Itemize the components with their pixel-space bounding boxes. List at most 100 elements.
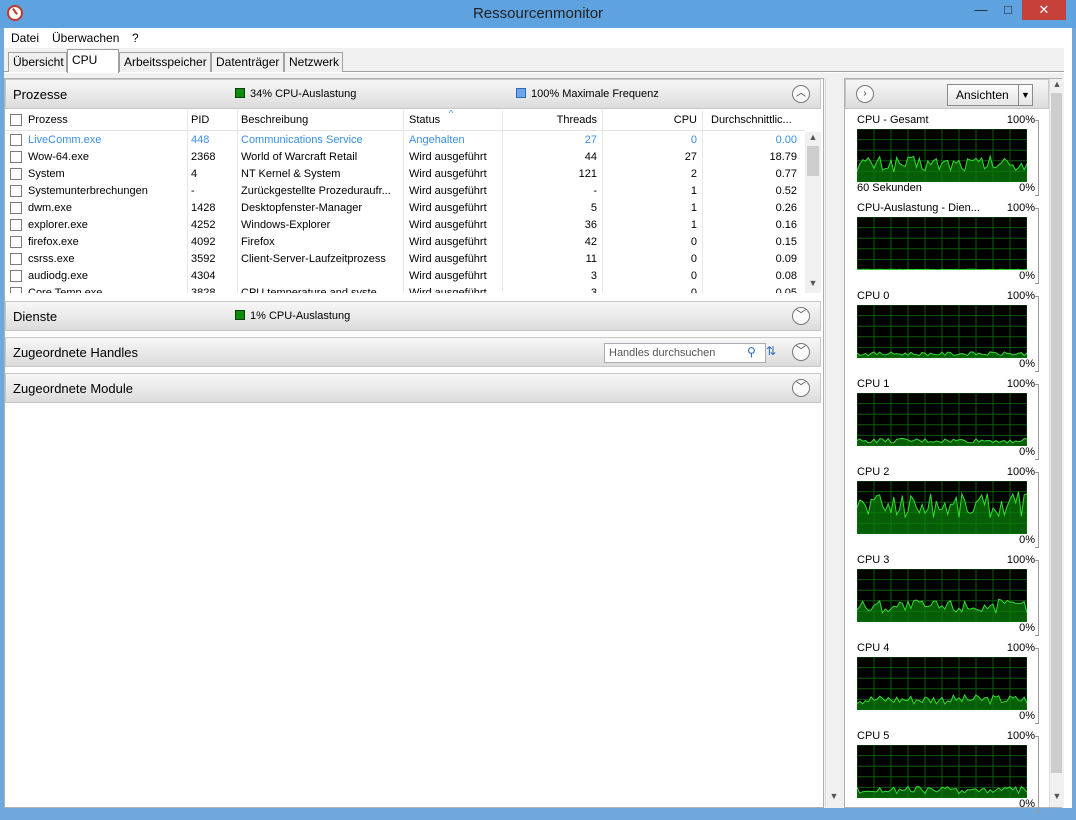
process-description: Communications Service xyxy=(241,134,363,146)
graph-canvas xyxy=(857,481,1027,534)
row-checkbox[interactable] xyxy=(10,253,22,265)
process-threads: 36 xyxy=(584,219,597,231)
process-status: Wird ausgeführt xyxy=(409,270,487,282)
process-threads: 27 xyxy=(584,134,597,146)
views-dropdown[interactable]: Ansichten ▼ xyxy=(947,84,1033,106)
process-name: dwm.exe xyxy=(28,202,73,214)
row-checkbox[interactable] xyxy=(10,185,22,197)
table-row[interactable]: csrss.exe 3592 Client-Server-Laufzeitproze… xyxy=(5,251,805,268)
modules-header[interactable]: Zugeordnete Module ﹀ xyxy=(5,373,821,403)
row-checkbox[interactable] xyxy=(10,287,22,293)
tab-datentraeger[interactable]: Datenträger xyxy=(211,52,284,72)
col-status[interactable]: Status xyxy=(409,114,440,126)
process-avg-cpu: 0.77 xyxy=(775,168,797,180)
cpu-graph: CPU 3 100% 0% xyxy=(855,554,1039,642)
row-checkbox[interactable] xyxy=(10,236,22,248)
graphs-scrollbar[interactable]: ▲ ▼ xyxy=(1049,79,1063,807)
process-threads: 3 xyxy=(590,270,597,282)
process-status: Wird ausgeführt xyxy=(409,185,487,197)
row-checkbox[interactable] xyxy=(10,168,22,180)
col-beschreibung[interactable]: Beschreibung xyxy=(241,114,308,126)
maximize-button[interactable]: □ xyxy=(995,0,1021,20)
services-header[interactable]: Dienste 1% CPU-Auslastung ﹀ xyxy=(5,301,821,331)
handles-header[interactable]: Zugeordnete Handles Handles durchsuchen … xyxy=(5,337,821,367)
col-prozess[interactable]: Prozess xyxy=(28,114,68,126)
process-cpu: 1 xyxy=(690,219,697,231)
row-checkbox[interactable] xyxy=(10,134,22,146)
menu-help[interactable]: ? xyxy=(132,31,139,45)
row-checkbox[interactable] xyxy=(10,151,22,163)
process-pid: 4 xyxy=(191,168,198,180)
row-checkbox[interactable] xyxy=(10,270,22,282)
tab-arbeitsspeicher[interactable]: Arbeitsspeicher xyxy=(119,52,211,72)
expand-handles-button[interactable]: ﹀ xyxy=(792,343,810,361)
table-row[interactable]: firefox.exe 4092 Firefox Wird ausgeführt 42 0… xyxy=(5,234,805,251)
process-description: World of Warcraft Retail xyxy=(241,151,358,163)
menu-bar: Datei Überwachen ? xyxy=(4,28,1064,48)
cpu-graph: CPU-Auslastung - Dien... 100% 0% xyxy=(855,202,1039,290)
processes-header[interactable]: Prozesse 34% CPU-Auslastung 100% Maximal… xyxy=(5,79,821,109)
col-cpu[interactable]: CPU xyxy=(605,114,697,126)
scroll-up-icon[interactable]: ▲ xyxy=(805,132,821,142)
tab-cpu[interactable]: CPU xyxy=(67,49,119,73)
left-pane-scrollbar[interactable]: ▼ xyxy=(825,79,841,807)
cpu-graph: CPU 5 100% 0% xyxy=(855,730,1039,818)
collapse-graphs-button[interactable]: › xyxy=(856,85,874,103)
row-checkbox[interactable] xyxy=(10,202,22,214)
process-avg-cpu: 0.08 xyxy=(775,270,797,282)
processes-cpu-usage: 34% CPU-Auslastung xyxy=(235,88,356,100)
graph-title: CPU - Gesamt xyxy=(857,114,929,126)
scroll-down-icon[interactable]: ▼ xyxy=(805,278,821,288)
table-row[interactable]: dwm.exe 1428 Desktopfenster-Manager Wird au… xyxy=(5,200,805,217)
cpu-graph: CPU 4 100% 0% xyxy=(855,642,1039,730)
process-scroll-thumb[interactable] xyxy=(807,146,819,176)
minimize-button[interactable]: — xyxy=(968,0,994,20)
handles-search-input[interactable]: Handles durchsuchen xyxy=(604,343,766,363)
graph-min-label: 0% xyxy=(1019,710,1035,722)
process-name: audiodg.exe xyxy=(28,270,88,282)
process-avg-cpu: 0.00 xyxy=(775,134,797,146)
table-row[interactable]: audiodg.exe 4304 Wird ausgeführt 3 0 0.08 xyxy=(5,268,805,285)
graph-title: CPU 3 xyxy=(857,554,890,566)
table-row[interactable]: Systemunterbrechungen - Zurückgestellte Pr… xyxy=(5,183,805,200)
search-icon[interactable]: ⚲ xyxy=(747,345,756,359)
expand-services-button[interactable]: ﹀ xyxy=(792,307,810,325)
table-row[interactable]: System 4 NT Kernel & System Wird ausgeführt… xyxy=(5,166,805,183)
graphs-scroll-down-icon[interactable]: ▼ xyxy=(1050,791,1064,801)
process-name: System xyxy=(28,168,65,180)
graph-title: CPU 2 xyxy=(857,466,890,478)
row-checkbox[interactable] xyxy=(10,219,22,231)
cpu-graph: CPU 0 100% 0% xyxy=(855,290,1039,378)
col-pid[interactable]: PID xyxy=(191,114,209,126)
left-scroll-down-icon[interactable]: ▼ xyxy=(826,791,842,801)
table-row[interactable]: LiveComm.exe 448 Communications Service Ang… xyxy=(5,132,805,149)
services-title: Dienste xyxy=(13,309,58,324)
tab-netzwerk[interactable]: Netzwerk xyxy=(284,52,343,72)
col-avg-cpu[interactable]: Durchschnittlic... xyxy=(711,114,801,126)
graph-max-label: 100% xyxy=(1006,290,1035,302)
menu-datei[interactable]: Datei xyxy=(11,31,39,45)
select-all-checkbox[interactable] xyxy=(10,114,22,126)
graph-max-label: 100% xyxy=(1006,642,1035,654)
graphs-scroll-up-icon[interactable]: ▲ xyxy=(1050,79,1064,89)
table-row[interactable]: Wow-64.exe 2368 World of Warcraft Retail Wi… xyxy=(5,149,805,166)
graph-title: CPU 0 xyxy=(857,290,890,302)
chevron-down-icon[interactable]: ▼ xyxy=(1018,85,1032,105)
process-threads: 44 xyxy=(584,151,597,163)
refresh-icon[interactable]: ⇅ xyxy=(766,344,776,358)
table-row[interactable]: Core Temp.exe 3828 CPU temperature and sys… xyxy=(5,285,805,293)
graph-max-label: 100% xyxy=(1006,466,1035,478)
col-threads[interactable]: Threads xyxy=(505,114,597,126)
close-button[interactable]: ✕ xyxy=(1022,0,1066,20)
expand-modules-button[interactable]: ﹀ xyxy=(792,379,810,397)
processes-title: Prozesse xyxy=(13,87,68,102)
table-row[interactable]: explorer.exe 4252 Windows-Explorer Wird aus… xyxy=(5,217,805,234)
process-cpu: 2 xyxy=(690,168,697,180)
modules-title: Zugeordnete Module xyxy=(13,381,133,396)
menu-ueberwachen[interactable]: Überwachen xyxy=(52,31,119,45)
tab-uebersicht[interactable]: Übersicht xyxy=(8,52,67,72)
process-pid: - xyxy=(191,185,195,197)
collapse-processes-button[interactable]: ︿ xyxy=(792,85,810,103)
graphs-scroll-thumb[interactable] xyxy=(1051,93,1062,773)
process-table-scrollbar[interactable]: ▲ ▼ xyxy=(805,132,821,293)
